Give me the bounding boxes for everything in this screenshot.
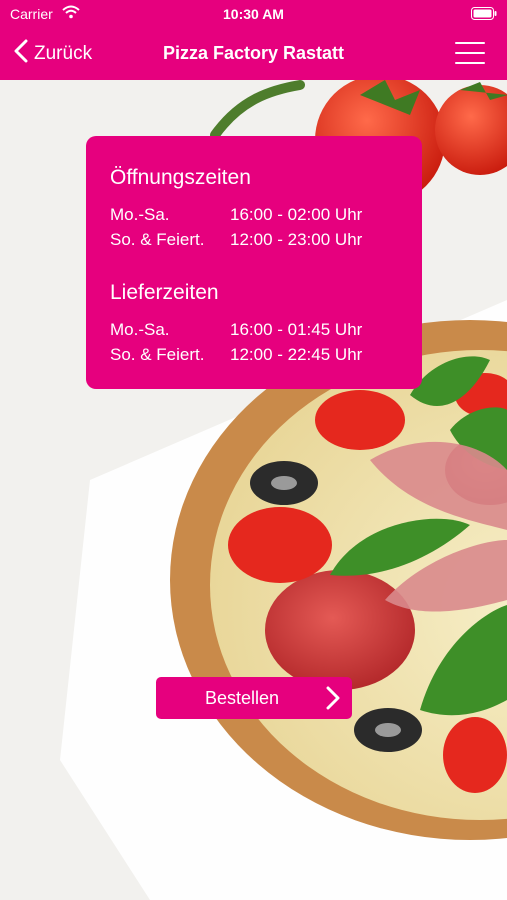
delivery-hours-row: Mo.-Sa. 16:00 - 01:45 Uhr: [110, 317, 422, 342]
status-time: 10:30 AM: [223, 6, 284, 22]
delivery-day-label: Mo.-Sa.: [110, 320, 170, 339]
chevron-right-icon: [326, 686, 340, 715]
delivery-time-value: 12:00 - 22:45 Uhr: [230, 345, 363, 364]
battery-icon: [471, 7, 497, 23]
delivery-hours-title: Lieferzeiten: [110, 281, 219, 304]
status-bar: Carrier 10:30 AM: [0, 0, 507, 28]
opening-day-label: So. & Feiert.: [110, 230, 205, 249]
pizza-background-image: [0, 0, 507, 900]
opening-hours-row: So. & Feiert. 12:00 - 23:00 Uhr: [110, 227, 422, 252]
opening-time-value: 12:00 - 23:00 Uhr: [230, 230, 363, 249]
opening-day-label: Mo.-Sa.: [110, 205, 170, 224]
hamburger-menu-icon[interactable]: [455, 42, 485, 66]
delivery-day-label: So. & Feiert.: [110, 345, 205, 364]
delivery-time-value: 16:00 - 01:45 Uhr: [230, 320, 363, 339]
order-button-label: Bestellen: [205, 688, 280, 708]
opening-hours-row: Mo.-Sa. 16:00 - 02:00 Uhr: [110, 202, 422, 227]
order-button[interactable]: Bestellen: [156, 677, 352, 719]
hours-card: Öffnungszeiten Mo.-Sa. 16:00 - 02:00 Uhr…: [86, 136, 422, 389]
opening-time-value: 16:00 - 02:00 Uhr: [230, 205, 363, 224]
opening-hours-title: Öffnungszeiten: [110, 166, 251, 189]
delivery-hours-row: So. & Feiert. 12:00 - 22:45 Uhr: [110, 342, 422, 367]
navigation-bar: Zurück Pizza Factory Rastatt: [0, 28, 507, 80]
page-title: Pizza Factory Rastatt: [162, 43, 345, 63]
